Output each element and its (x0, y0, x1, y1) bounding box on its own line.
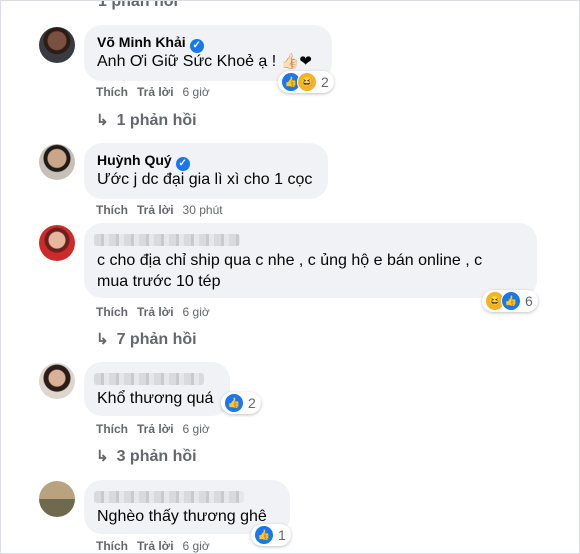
comment-actions: Thích Trả lời 6 giờ (96, 305, 219, 319)
reaction-summary[interactable]: 👍 😆 2 (278, 71, 334, 93)
like-action[interactable]: Thích (96, 85, 128, 99)
view-replies-link[interactable]: ↳ 3 phản hồi (96, 447, 197, 466)
reaction-count: 2 (321, 74, 329, 90)
reply-action[interactable]: Trả lời (137, 539, 174, 553)
comment-bubble: Khổ thương quá (84, 362, 230, 416)
replies-count[interactable]: 7 phản hồi (117, 331, 197, 348)
comment-text: Anh Ơi Giữ Sức Khoẻ ạ ! 👍🏻❤ (97, 50, 312, 74)
reply-action[interactable]: Trả lời (137, 422, 174, 436)
reaction-summary[interactable]: 👍 2 (221, 392, 261, 414)
reaction-count: 2 (248, 395, 256, 411)
reaction-count: 1 (278, 527, 286, 543)
like-action[interactable]: Thích (96, 203, 128, 217)
comment-actions: Thích Trả lời 30 phút (96, 203, 232, 217)
comment-emoji: 👍🏻❤ (280, 53, 312, 70)
replies-count[interactable]: 1 phản hồi (117, 112, 197, 129)
like-icon: 👍 (254, 525, 274, 545)
reaction-summary[interactable]: 😆 👍 6 (482, 290, 538, 312)
avatar[interactable] (39, 27, 75, 63)
reply-arrow-icon: ↳ (96, 331, 109, 348)
avatar[interactable] (39, 225, 75, 261)
view-replies-link[interactable]: ↳ 7 phản hồi (96, 330, 197, 349)
comment-time[interactable]: 6 giờ (183, 85, 210, 99)
comment-text: Nghèo thấy thương ghê (97, 508, 267, 525)
avatar[interactable] (39, 144, 75, 180)
like-action[interactable]: Thích (96, 305, 128, 319)
comment-text: Ước j dc đại gia lì xì cho 1 cọc (97, 171, 313, 188)
reply-action[interactable]: Trả lời (137, 203, 174, 217)
comment-time[interactable]: 30 phút (183, 203, 223, 217)
reply-action[interactable]: Trả lời (137, 305, 174, 319)
reaction-summary[interactable]: 👍 1 (251, 524, 291, 546)
like-action[interactable]: Thích (96, 539, 128, 553)
commenter-name-text[interactable]: Võ Minh Khải (97, 34, 186, 50)
replies-count[interactable]: 3 phản hồi (117, 448, 197, 465)
reply-action[interactable]: Trả lời (137, 85, 174, 99)
reply-arrow-icon: ↳ (96, 112, 109, 129)
comment-time[interactable]: 6 giờ (183, 305, 210, 319)
previous-replies-link[interactable]: 1 phản hồi (98, 1, 178, 11)
commenter-name-text[interactable]: Huỳnh Quý (97, 152, 172, 168)
redacted-name (94, 491, 244, 503)
comment-time[interactable]: 6 giờ (183, 539, 210, 553)
reply-arrow-icon: ↳ (96, 448, 109, 465)
comment-actions: Thích Trả lời 6 giờ (96, 85, 219, 99)
comment-actions: Thích Trả lời 6 giờ (96, 539, 219, 553)
comment-text: Khổ thương quá (97, 390, 214, 407)
comment-thread: 1 phản hồi Võ Minh Khải ✓ Anh Ơi Giữ Sức … (0, 0, 580, 554)
avatar[interactable] (39, 481, 75, 517)
reaction-count: 6 (525, 293, 533, 309)
like-icon: 👍 (501, 291, 521, 311)
comment-bubble: c cho địa chỉ ship qua c nhe , c ủng hộ … (84, 223, 537, 298)
comment-actions: Thích Trả lời 6 giờ (96, 422, 219, 436)
comment-text-line2: mua trước 10 tép (97, 273, 221, 290)
redacted-name (94, 234, 240, 246)
comment-text-body: Anh Ơi Giữ Sức Khoẻ ạ ! (97, 53, 277, 70)
comment-time[interactable]: 6 giờ (183, 422, 210, 436)
like-icon: 👍 (224, 393, 244, 413)
comment-bubble: Huỳnh Quý ✓ Ước j dc đại gia lì xì cho 1 … (84, 143, 328, 199)
like-action[interactable]: Thích (96, 422, 128, 436)
view-replies-link[interactable]: ↳ 1 phản hồi (96, 111, 197, 130)
avatar[interactable] (39, 363, 75, 399)
haha-icon: 😆 (297, 72, 317, 92)
redacted-name (94, 373, 204, 385)
